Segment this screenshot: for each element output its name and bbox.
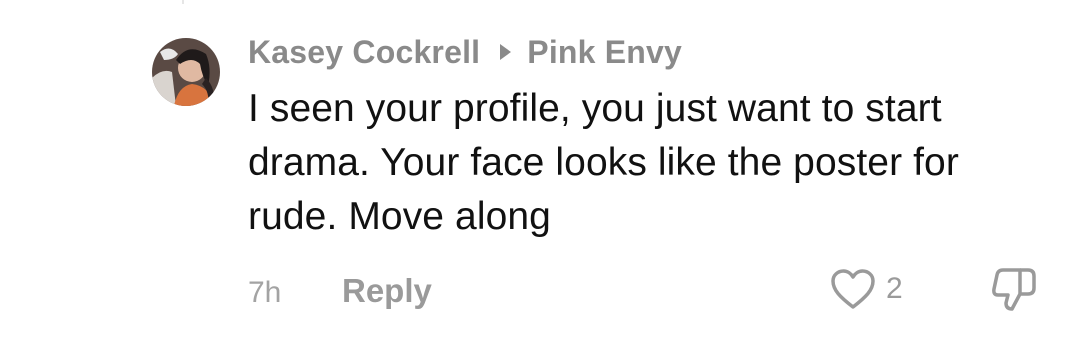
comment-footer: 7h Reply 2 (248, 268, 1048, 318)
reply-to-name[interactable]: Pink Envy (527, 34, 682, 71)
reply-button[interactable]: Reply (342, 272, 432, 310)
heart-outline-icon (831, 269, 875, 309)
comment-meta: Kasey Cockrell Pink Envy (248, 30, 1048, 74)
comment: Kasey Cockrell Pink Envy I seen your pro… (248, 30, 1048, 244)
avatar-image (152, 38, 220, 106)
comment-text: I seen your profile, you just want to st… (248, 87, 959, 238)
dislike-button[interactable] (990, 266, 1038, 317)
top-divider (182, 0, 184, 4)
thumbs-down-outline-icon (992, 268, 1036, 311)
author-name[interactable]: Kasey Cockrell (248, 34, 480, 71)
like-button[interactable]: 2 (830, 268, 903, 310)
triangle-right-icon (500, 44, 512, 60)
timestamp: 7h (248, 276, 282, 309)
like-count: 2 (886, 272, 903, 305)
avatar[interactable] (152, 38, 220, 106)
